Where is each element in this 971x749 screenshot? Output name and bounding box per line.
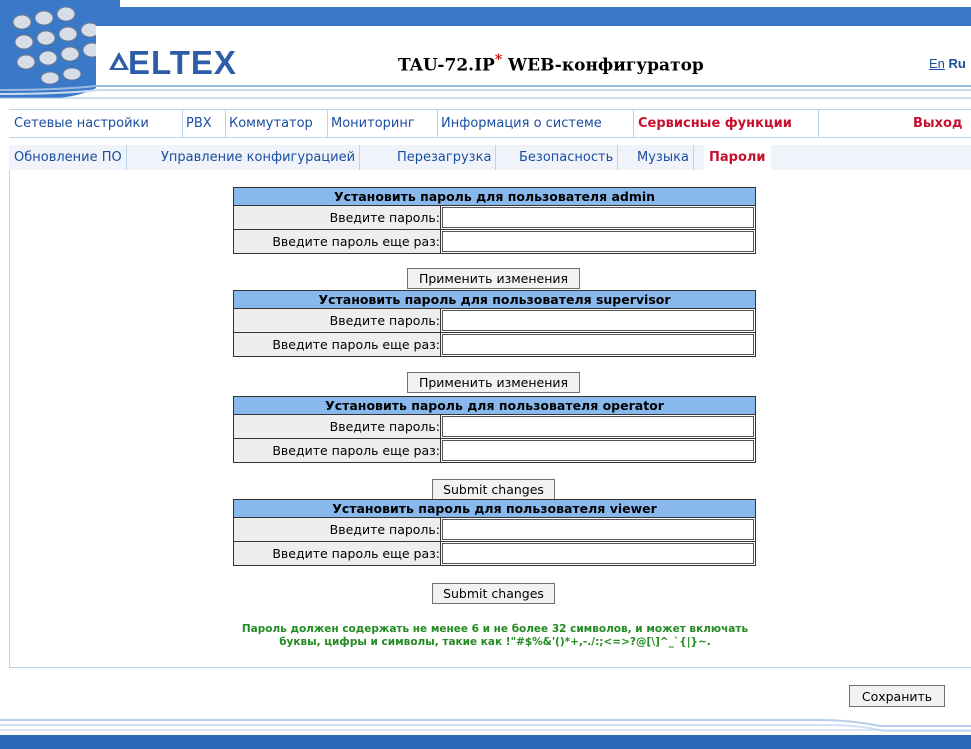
password-confirm-label: Введите пароль еще раз: [234,333,441,356]
password-label: Введите пароль: [234,206,441,229]
app-title: TAU-72.IP* WEB-конфигуратор [398,52,704,76]
password-label: Введите пароль: [234,309,441,332]
password-table-admin: Установить пароль для пользователя admin… [233,187,756,254]
footer-wave [0,719,971,732]
submenu-config-management[interactable]: Управление конфигурацией [161,145,361,170]
logo-text: ELTEX [128,44,237,81]
password-input[interactable] [442,519,754,540]
password-input[interactable] [442,310,754,331]
model-name: TAU-72.IP [398,55,495,76]
password-confirm-input[interactable] [442,334,754,355]
menu-service-functions[interactable]: Сервисные функции [633,109,819,137]
password-label: Введите пароль: [234,518,441,541]
password-table-viewer: Установить пароль для пользователя viewe… [233,499,756,566]
table-title: Установить пароль для пользователя admin [234,188,755,206]
submenu-security[interactable]: Безопасность [519,145,619,170]
footer-bar [0,735,971,749]
sub-menu: Обновление ПО Управление конфигурацией П… [9,145,971,170]
submit-viewer-button[interactable]: Submit changes [432,583,555,604]
password-input[interactable] [442,416,754,437]
note-line-1: Пароль должен содержать не менее 6 и не … [241,623,749,635]
title-suffix: WEB-конфигуратор [502,55,704,76]
header: ELTEX TAU-72.IP* WEB-конфигуратор En Ru [0,0,971,104]
menu-system-info[interactable]: Информация о системе [441,110,633,137]
header-wave [0,85,971,99]
submenu-passwords[interactable]: Пароли [704,145,771,170]
password-label: Введите пароль: [234,415,441,438]
table-title: Установить пароль для пользователя opera… [234,397,755,415]
password-confirm-input[interactable] [442,440,754,461]
apply-admin-button[interactable]: Применить изменения [407,268,580,289]
menu-switch[interactable]: Коммутатор [229,110,328,137]
password-confirm-label: Введите пароль еще раз: [234,230,441,253]
password-table-operator: Установить пароль для пользователя opera… [233,396,756,463]
password-confirm-input[interactable] [442,543,754,564]
password-confirm-input[interactable] [442,231,754,252]
header-top-bar [96,7,971,26]
lang-en-link[interactable]: En [929,56,945,71]
eltex-logo-icon [109,52,129,70]
menu-exit[interactable]: Выход [913,110,971,137]
menu-pbx[interactable]: PBX [186,110,226,137]
password-table-supervisor: Установить пароль для пользователя super… [233,290,756,357]
password-confirm-label: Введите пароль еще раз: [234,542,441,565]
keypad-photo-icon [12,6,102,85]
menu-monitoring[interactable]: Мониторинг [331,110,438,137]
main-menu: Сетевые настройки PBX Коммутатор Монитор… [9,109,971,138]
note-line-2: буквы, цифры и символы, такие как !"#$%&… [279,636,711,648]
language-switch: En Ru [929,56,966,71]
submenu-music[interactable]: Музыка [637,145,694,170]
password-confirm-label: Введите пароль еще раз: [234,439,441,462]
password-input[interactable] [442,207,754,228]
menu-network-settings[interactable]: Сетевые настройки [14,110,183,137]
submit-operator-button[interactable]: Submit changes [432,479,555,500]
submenu-firmware-update[interactable]: Обновление ПО [14,145,127,170]
apply-supervisor-button[interactable]: Применить изменения [407,372,580,393]
save-button[interactable]: Сохранить [849,685,945,707]
lang-ru-link[interactable]: Ru [949,56,966,71]
password-requirements-note: Пароль должен содержать не менее 6 и не … [205,623,785,649]
table-title: Установить пароль для пользователя super… [234,291,755,309]
submenu-reboot[interactable]: Перезагрузка [397,145,497,170]
table-title: Установить пароль для пользователя viewe… [234,500,755,518]
